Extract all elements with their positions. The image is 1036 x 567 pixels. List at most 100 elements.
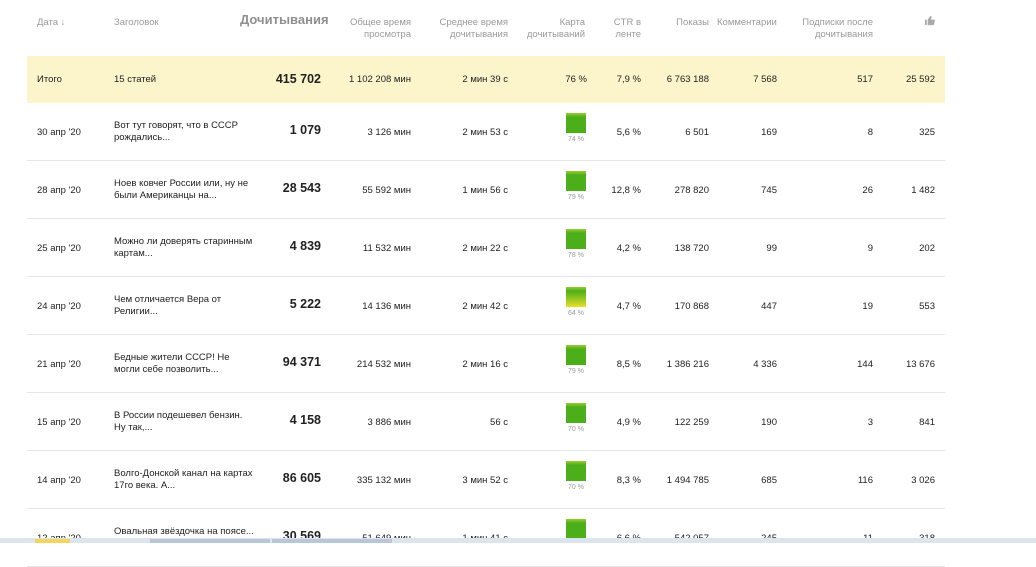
- row-subs: 9: [867, 243, 873, 254]
- row-title[interactable]: Волго-Донской канал на картах 17го века.…: [114, 468, 254, 492]
- read-map[interactable]: 70 %: [566, 403, 586, 433]
- read-map-percent: 70 %: [568, 484, 584, 491]
- row-comments: 4 336: [753, 359, 777, 370]
- total-label: Итого: [37, 74, 62, 85]
- row-avg-time: 2 мин 53 с: [462, 127, 508, 138]
- table-row[interactable]: 15 апр '20 В России подешевел бензин. Ну …: [27, 393, 945, 451]
- read-map[interactable]: 79 %: [566, 171, 586, 201]
- row-title[interactable]: В России подешевел бензин. Ну так,...: [114, 410, 254, 434]
- row-date: 28 апр '20: [37, 185, 81, 196]
- row-avg-time: 1 мин 56 с: [462, 185, 508, 196]
- read-map-bar: [566, 519, 586, 539]
- read-map[interactable]: 74 %: [566, 113, 586, 143]
- read-map[interactable]: 79 %: [566, 345, 586, 375]
- read-map-percent: 79 %: [568, 368, 584, 375]
- row-ctr: 8,3 %: [616, 475, 641, 486]
- read-map-bar: [566, 461, 586, 481]
- read-map-bar: [566, 287, 586, 307]
- col-total-time-header[interactable]: Общее время просмотра: [341, 17, 411, 41]
- table-row[interactable]: 21 апр '20 Бедные жители СССР! Не могли с…: [27, 335, 945, 393]
- row-views: 278 820: [674, 185, 709, 196]
- total-map: 76 %: [565, 74, 587, 85]
- total-reads: 415 702: [275, 72, 321, 86]
- col-ctr-header[interactable]: CTR в ленте: [601, 17, 641, 41]
- row-comments: 447: [761, 301, 777, 312]
- col-title-header[interactable]: Заголовок: [114, 17, 159, 29]
- row-title[interactable]: Бедные жители СССР! Не могли себе позвол…: [114, 352, 254, 376]
- row-comments: 745: [761, 185, 777, 196]
- thumbs-up-icon[interactable]: [924, 15, 935, 30]
- table-header: Дата ↓ Заголовок Дочитывания Общее время…: [27, 0, 945, 56]
- row-views: 6 501: [685, 127, 709, 138]
- row-date: 15 апр '20: [37, 417, 81, 428]
- row-views: 1 386 216: [666, 359, 709, 370]
- read-map-percent: 64 %: [568, 310, 584, 317]
- taskbar: [0, 538, 1036, 543]
- row-comments: 99: [766, 243, 777, 254]
- col-reads-header[interactable]: Дочитывания: [240, 13, 329, 26]
- total-comments: 7 568: [753, 74, 777, 85]
- row-total-time: 335 132 мин: [356, 475, 411, 486]
- row-comments: 169: [761, 127, 777, 138]
- row-total-time: 14 136 мин: [362, 301, 411, 312]
- row-views: 170 868: [674, 301, 709, 312]
- row-reads: 86 605: [282, 471, 321, 485]
- col-date-header[interactable]: Дата ↓: [37, 17, 65, 29]
- row-date: 30 апр '20: [37, 127, 81, 138]
- row-ctr: 5,6 %: [616, 127, 641, 138]
- row-ctr: 4,2 %: [616, 243, 641, 254]
- total-subs: 517: [857, 74, 873, 85]
- col-views-header[interactable]: Показы: [659, 17, 709, 29]
- row-likes: 553: [919, 301, 935, 312]
- read-map-percent: 70 %: [568, 426, 584, 433]
- row-title[interactable]: Можно ли доверять старинным картам...: [114, 236, 254, 260]
- read-map[interactable]: 64 %: [566, 287, 586, 317]
- row-date: 24 апр '20: [37, 301, 81, 312]
- row-likes: 202: [919, 243, 935, 254]
- col-subs-header[interactable]: Подписки после дочитывания: [793, 17, 873, 41]
- read-map-bar: [566, 113, 586, 133]
- col-map-header[interactable]: Карта дочитываний: [515, 17, 585, 41]
- table-row[interactable]: 30 апр '20 Вот тут говорят, что в СССР ро…: [27, 103, 945, 161]
- row-title[interactable]: Чем отличается Вера от Религии...: [114, 294, 254, 318]
- row-reads: 28 543: [282, 181, 321, 195]
- taskbar-item[interactable]: [150, 539, 270, 543]
- row-subs: 144: [857, 359, 873, 370]
- row-reads: 1 079: [289, 123, 321, 137]
- row-title[interactable]: Вот тут говорят, что в СССР рождались...: [114, 120, 254, 144]
- total-total-time: 1 102 208 мин: [349, 74, 411, 85]
- row-date: 14 апр '20: [37, 475, 81, 486]
- read-map-bar: [566, 171, 586, 191]
- row-title[interactable]: Ноев ковчег России или, ну не были Амери…: [114, 178, 254, 202]
- row-date: 21 апр '20: [37, 359, 81, 370]
- row-total-time: 11 532 мин: [362, 243, 411, 254]
- row-title[interactable]: Овальная звёздочка на поясе...: [114, 526, 254, 538]
- taskbar-item[interactable]: [272, 539, 392, 543]
- row-likes: 1 482: [911, 185, 935, 196]
- row-subs: 116: [857, 475, 873, 486]
- col-comments-header[interactable]: Комментарии: [717, 17, 777, 29]
- row-comments: 685: [761, 475, 777, 486]
- row-views: 1 494 785: [666, 475, 709, 486]
- total-likes: 25 592: [905, 74, 935, 85]
- row-reads: 4 158: [289, 413, 321, 427]
- table-row[interactable]: 25 апр '20 Можно ли доверять старинным ка…: [27, 219, 945, 277]
- row-reads: 94 371: [282, 355, 321, 369]
- table-row[interactable]: 28 апр '20 Ноев ковчег России или, ну не …: [27, 161, 945, 219]
- taskbar-item[interactable]: [35, 539, 70, 543]
- row-views: 122 259: [674, 417, 709, 428]
- table-row[interactable]: 24 апр '20 Чем отличается Вера от Религии…: [27, 277, 945, 335]
- row-avg-time: 2 мин 42 с: [462, 301, 508, 312]
- total-title: 15 статей: [114, 74, 157, 85]
- table-row[interactable]: 14 апр '20 Волго-Донской канал на картах …: [27, 451, 945, 509]
- stats-table: Дата ↓ Заголовок Дочитывания Общее время…: [27, 0, 945, 567]
- total-ctr: 7,9 %: [616, 74, 641, 85]
- row-views: 138 720: [674, 243, 709, 254]
- row-date: 25 апр '20: [37, 243, 81, 254]
- row-subs: 3: [867, 417, 873, 428]
- col-avg-time-header[interactable]: Среднее время дочитывания: [428, 17, 508, 41]
- row-total-time: 3 126 мин: [367, 127, 412, 138]
- read-map[interactable]: 70 %: [566, 461, 586, 491]
- read-map[interactable]: 78 %: [566, 229, 586, 259]
- total-row: Итого 15 статей 415 702 1 102 208 мин 2 …: [27, 56, 945, 103]
